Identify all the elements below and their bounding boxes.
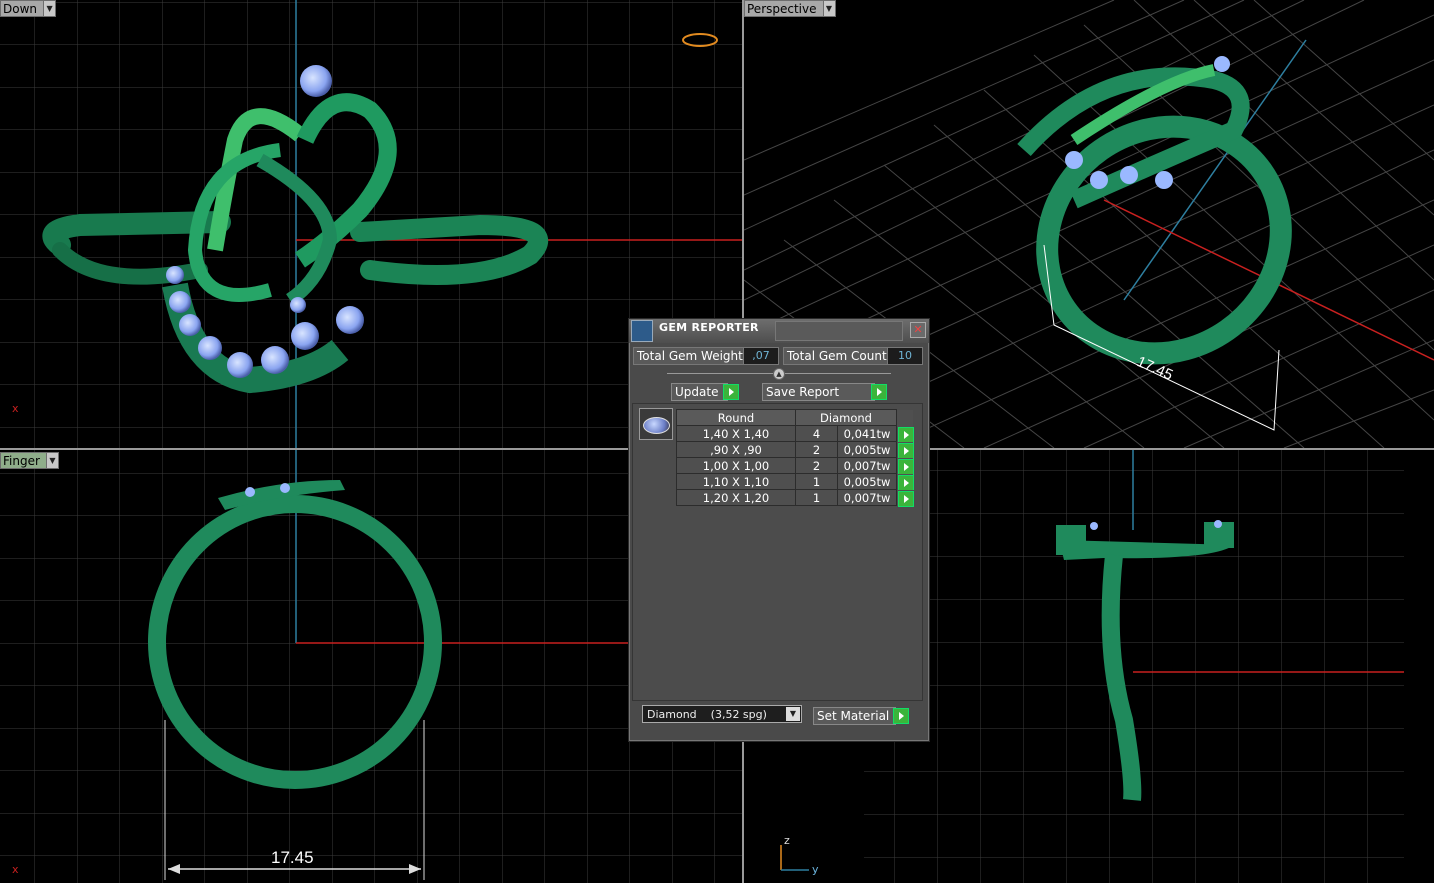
gem-count: 2	[794, 441, 839, 458]
gem-count: 4	[794, 425, 839, 442]
viewport-mode-label: Finger	[0, 452, 47, 469]
total-count-value: 10	[887, 347, 923, 365]
row-go-icon[interactable]	[898, 474, 914, 491]
gem-size: 1,40 X 1,40	[676, 425, 796, 442]
gem-weight: 0,005tw	[837, 473, 897, 490]
splitter-knob-icon[interactable]: ▲	[773, 368, 785, 380]
z-axis-label: z	[784, 834, 790, 847]
table-row[interactable]: 1,20 X 1,20 1 0,007tw	[676, 489, 914, 507]
viewport-mode-down[interactable]: Down ▼	[0, 0, 57, 17]
table-row[interactable]: ,90 X ,90 2 0,005tw	[676, 441, 914, 459]
gem-count: 1	[794, 473, 839, 490]
gem-count: 1	[794, 489, 839, 506]
panel-title: GEM REPORTER	[659, 321, 759, 334]
row-go-icon[interactable]	[898, 458, 914, 475]
row-go-icon[interactable]	[898, 442, 914, 459]
total-weight-value: ,07	[743, 347, 779, 365]
x-axis-label: x	[12, 863, 19, 876]
panel-title-bar[interactable]: GEM REPORTER ✕	[629, 319, 929, 343]
column-header-shape: Round	[676, 409, 796, 426]
viewport-mode-perspective[interactable]: Perspective ▼	[744, 0, 836, 17]
gem-weight: 0,007tw	[837, 489, 897, 506]
gem-size: ,90 X ,90	[676, 441, 796, 458]
chevron-down-icon[interactable]: ▼	[786, 707, 800, 721]
viewport-mode-finger[interactable]: Finger ▼	[0, 452, 59, 469]
total-count-label: Total Gem Count	[783, 347, 888, 365]
chevron-down-icon[interactable]: ▼	[823, 0, 836, 17]
finger-dimension: 17.45	[271, 848, 314, 867]
y-axis-label: y	[812, 863, 819, 876]
gem-weight: 0,007tw	[837, 457, 897, 474]
save-report-go-icon[interactable]	[871, 384, 887, 400]
chevron-down-icon[interactable]: ▼	[46, 452, 59, 469]
viewport-mode-label: Perspective	[744, 0, 824, 17]
x-axis-label: x	[12, 402, 19, 415]
material-select-value: Diamond (3,52 spg)	[647, 708, 767, 721]
total-weight-label: Total Gem Weight	[633, 347, 744, 365]
gem-count: 2	[794, 457, 839, 474]
gem-table-area: Round Diamond 1,40 X 1,40 4 0,041tw ,90 …	[632, 403, 923, 701]
gem-reporter-icon	[631, 320, 653, 342]
set-material-button[interactable]: Set Material	[813, 707, 896, 725]
column-header-material: Diamond	[795, 409, 897, 426]
table-row[interactable]: 1,10 X 1,10 1 0,005tw	[676, 473, 914, 491]
update-go-icon[interactable]	[723, 384, 739, 400]
chevron-down-icon[interactable]: ▼	[44, 0, 57, 17]
table-row[interactable]: 1,00 X 1,00 2 0,007tw	[676, 457, 914, 475]
gem-size: 1,10 X 1,10	[676, 473, 796, 490]
viewport-mode-label: Down	[0, 0, 45, 17]
gem-size: 1,20 X 1,20	[676, 489, 796, 506]
table-row[interactable]: 1,40 X 1,40 4 0,041tw	[676, 425, 914, 443]
gem-size: 1,00 X 1,00	[676, 457, 796, 474]
close-icon[interactable]: ✕	[910, 322, 926, 338]
save-report-button[interactable]: Save Report	[762, 383, 875, 401]
round-gem-icon[interactable]	[639, 408, 673, 440]
gem-table: Round Diamond 1,40 X 1,40 4 0,041tw ,90 …	[676, 409, 914, 507]
update-button[interactable]: Update	[671, 383, 728, 401]
gem-weight: 0,005tw	[837, 441, 897, 458]
row-go-icon[interactable]	[898, 426, 914, 443]
gem-reporter-panel: GEM REPORTER ✕ Total Gem Weight ,07 Tota…	[628, 318, 930, 742]
row-go-icon[interactable]	[898, 490, 914, 507]
gem-weight: 0,041tw	[837, 425, 897, 442]
material-select[interactable]: Diamond (3,52 spg) ▼	[642, 705, 802, 723]
title-bar-handle[interactable]	[775, 321, 903, 341]
set-material-go-icon[interactable]	[893, 708, 909, 724]
